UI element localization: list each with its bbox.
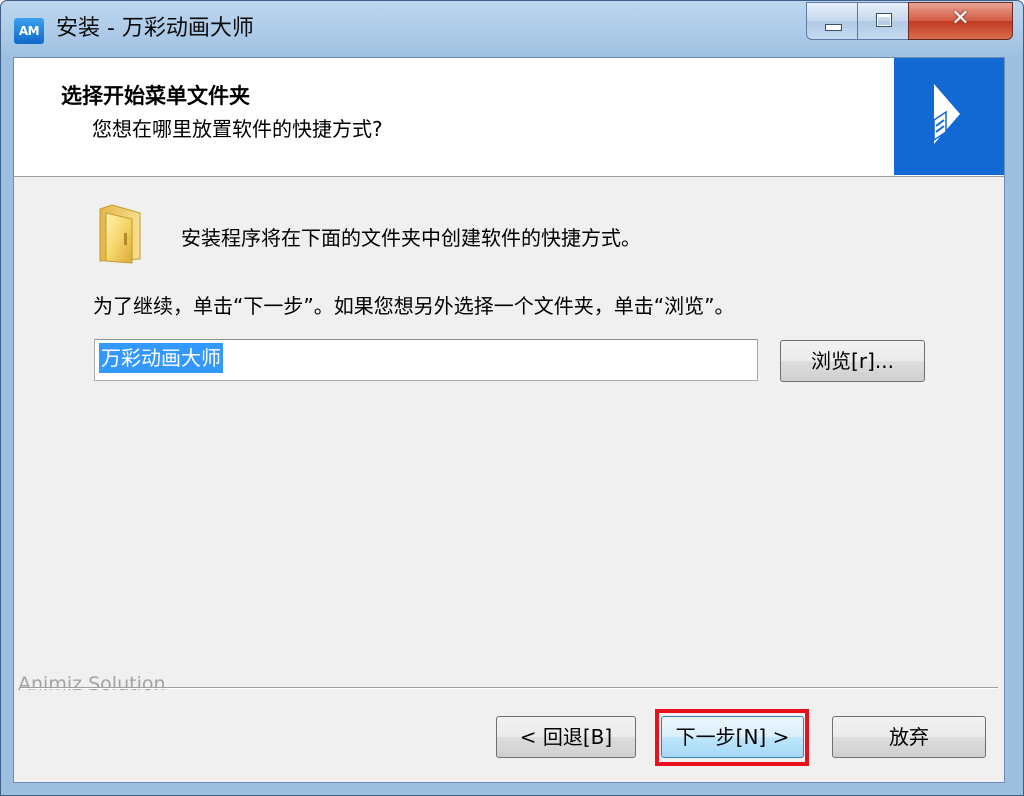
- minimize-button[interactable]: [806, 2, 858, 40]
- browse-button[interactable]: 浏览[r]...: [780, 340, 925, 382]
- animiz-logo-icon: [933, 84, 960, 144]
- page-subtitle: 您想在哪里放置软件的快捷方式?: [92, 117, 383, 141]
- wizard-client-area: 选择开始菜单文件夹 您想在哪里放置软件的快捷方式? 安装程序将在下面的文件夹中创…: [13, 57, 1005, 783]
- page-title: 选择开始菜单文件夹: [61, 84, 250, 108]
- instruction-message: 为了继续，单击“下一步”。如果您想另外选择一个文件夹，单击“浏览”。: [93, 294, 735, 318]
- back-button[interactable]: < 回退[B]: [496, 716, 636, 758]
- maximize-icon: [876, 13, 892, 27]
- footer-separator: [20, 687, 998, 689]
- info-message: 安装程序将在下面的文件夹中创建软件的快捷方式。: [181, 226, 641, 250]
- app-icon[interactable]: AM: [14, 18, 44, 44]
- folder-icon: [99, 204, 141, 264]
- next-button[interactable]: 下一步[N] >: [661, 716, 804, 758]
- brand-panel: [894, 58, 1004, 175]
- close-icon: ✕: [951, 6, 970, 31]
- window-title: 安装 - 万彩动画大师: [56, 16, 254, 41]
- wizard-header: 选择开始菜单文件夹 您想在哪里放置软件的快捷方式?: [14, 58, 1004, 177]
- title-bar[interactable]: AM 安装 - 万彩动画大师 ✕: [1, 1, 1023, 57]
- minimize-icon: [825, 24, 842, 31]
- brand-label: Animiz Solution: [18, 673, 172, 695]
- start-menu-folder-input[interactable]: 万彩动画大师: [94, 339, 758, 381]
- maximize-button[interactable]: [857, 2, 909, 40]
- installer-window: AM 安装 - 万彩动画大师 ✕ 选择开始菜单文件夹 您想在哪里放置软件的快捷方…: [0, 0, 1024, 796]
- cancel-button[interactable]: 放弃: [832, 716, 986, 758]
- close-button[interactable]: ✕: [908, 2, 1013, 40]
- folder-input-value: 万彩动画大师: [99, 343, 223, 373]
